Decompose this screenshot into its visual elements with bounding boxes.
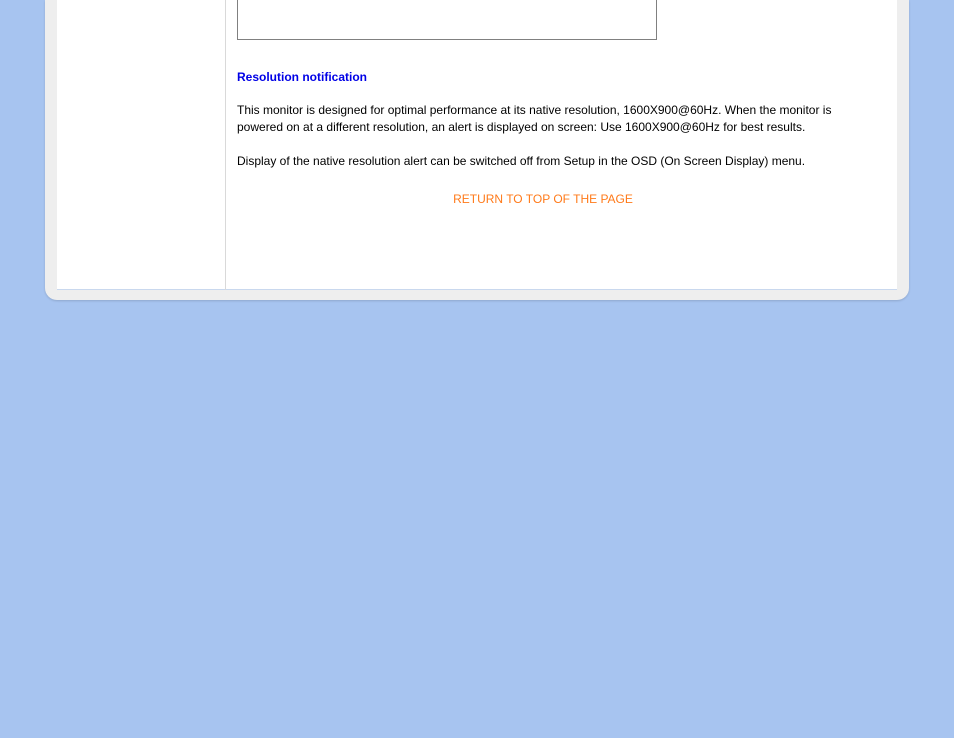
page-wrapper: Resolution notification This monitor is …	[0, 0, 954, 738]
vertical-divider	[225, 0, 226, 290]
section-heading: Resolution notification	[237, 70, 849, 84]
paragraph-1: This monitor is designed for optimal per…	[237, 102, 849, 137]
content-card: Resolution notification This monitor is …	[45, 0, 909, 300]
content-area: Resolution notification This monitor is …	[237, 0, 849, 206]
return-to-top-link[interactable]: RETURN TO TOP OF THE PAGE	[237, 192, 849, 206]
paragraph-2: Display of the native resolution alert c…	[237, 153, 849, 170]
image-placeholder-box	[237, 0, 657, 40]
